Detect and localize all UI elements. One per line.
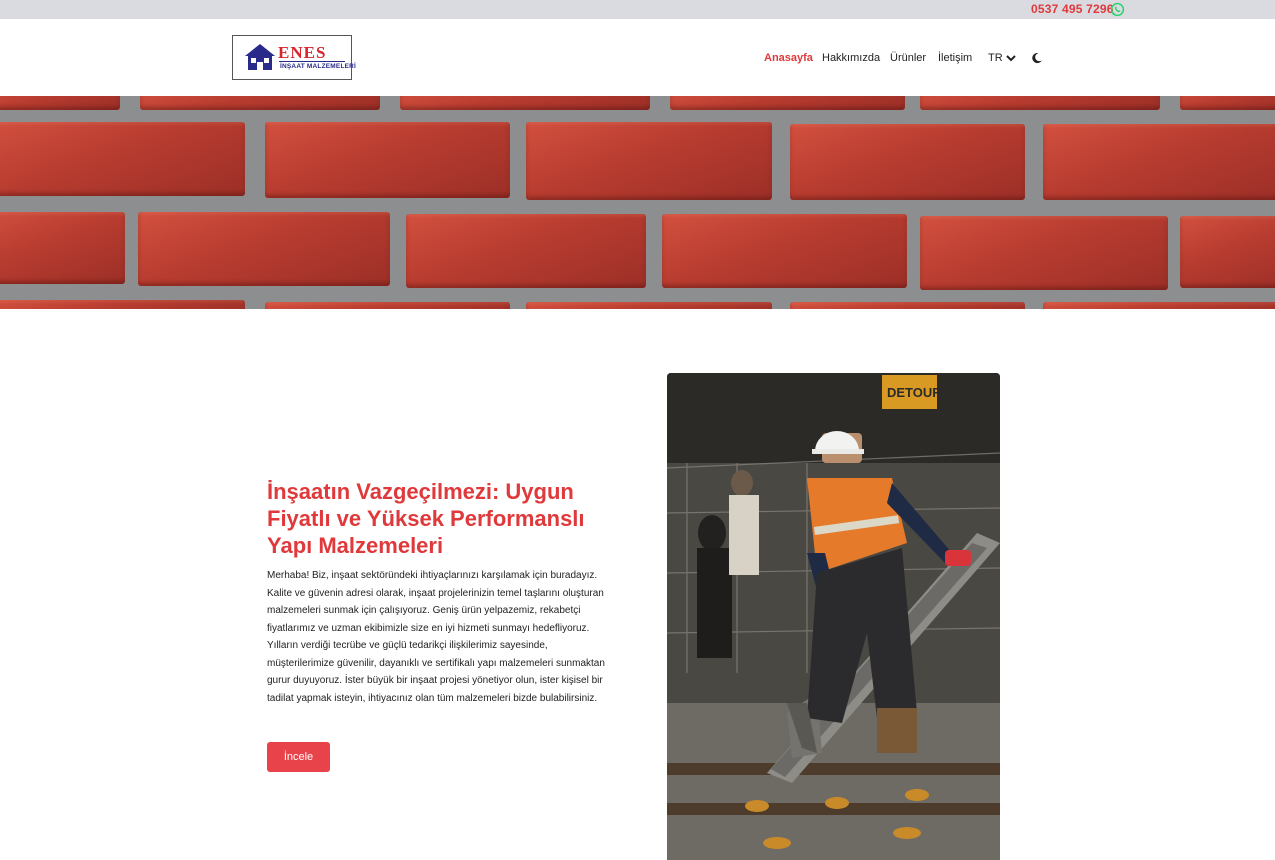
brick <box>1043 302 1275 309</box>
nav-home[interactable]: Anasayfa <box>764 52 813 64</box>
section-title: İnşaatın Vazgeçilmezi: Uygun Fiyatlı ve … <box>267 479 585 558</box>
brick <box>526 122 772 200</box>
detour-sign: DETOUR <box>887 385 942 400</box>
whatsapp-icon[interactable] <box>1110 2 1125 17</box>
brick <box>920 96 1160 110</box>
logo-divider <box>279 61 345 62</box>
brick <box>265 122 510 198</box>
company-logo[interactable]: ENES İNŞAAT MALZEMELERİ <box>232 35 356 80</box>
logo-brand: ENES <box>278 43 327 62</box>
incele-button[interactable]: İncele <box>267 742 330 772</box>
brick <box>400 96 650 110</box>
brick <box>265 302 510 309</box>
phone-number[interactable]: 0537 495 7296 <box>1031 2 1114 16</box>
logo-subtitle: İNŞAAT MALZEMELERİ <box>280 63 357 70</box>
brick <box>138 212 390 286</box>
section-description: Merhaba! Biz, inşaat sektöründeki ihtiya… <box>267 570 605 704</box>
chevron-down-icon <box>1005 55 1016 62</box>
brick <box>526 302 772 309</box>
construction-worker-photo: DETOUR <box>667 373 1000 860</box>
brick <box>790 124 1025 200</box>
brick <box>0 300 245 309</box>
brick <box>0 212 125 284</box>
top-bar: 0537 495 7296 <box>0 0 1275 19</box>
brick <box>920 216 1168 290</box>
language-label: TR <box>988 52 1003 64</box>
house-logo-icon <box>245 44 275 70</box>
brick <box>140 96 380 110</box>
brick <box>0 96 120 110</box>
brick <box>406 214 646 288</box>
brick <box>670 96 905 110</box>
hero-brick-banner <box>0 96 1275 309</box>
navbar: ENES İNŞAAT MALZEMELERİ Anasayfa Hakkımı… <box>0 19 1275 96</box>
language-selector[interactable]: TR <box>988 52 1016 64</box>
brick <box>790 302 1025 309</box>
nav-about[interactable]: Hakkımızda <box>822 52 880 64</box>
brick <box>1043 124 1275 200</box>
brick <box>662 214 907 288</box>
nav-products[interactable]: Ürünler <box>890 52 926 64</box>
nav-contact[interactable]: İletişim <box>938 52 972 64</box>
brick <box>0 122 245 196</box>
brick <box>1180 96 1275 110</box>
brick <box>1180 216 1275 288</box>
photo-illustration: DETOUR <box>667 373 1000 860</box>
moon-icon[interactable] <box>1031 52 1043 64</box>
